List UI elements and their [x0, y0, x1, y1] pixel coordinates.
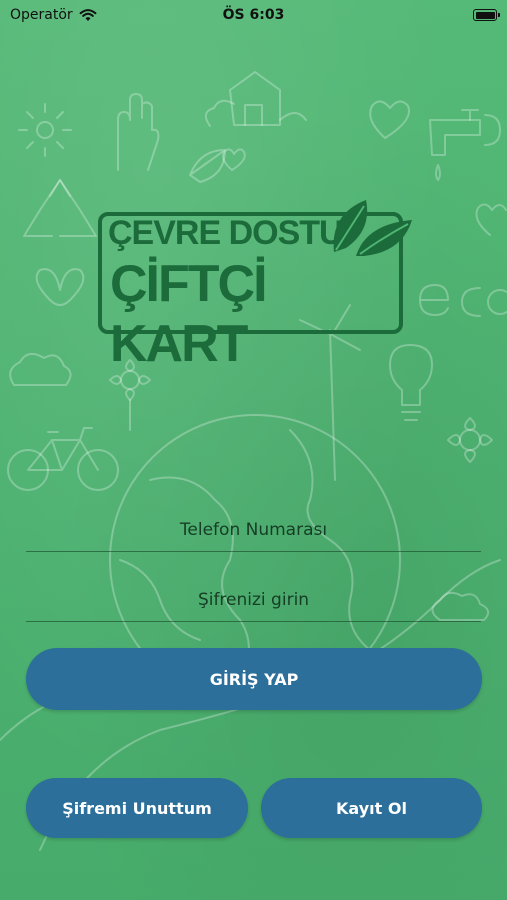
eco-doodle-background: [0, 0, 507, 900]
phone-field[interactable]: [26, 508, 481, 552]
status-bar-left: Operatör: [10, 7, 97, 23]
login-button[interactable]: GİRİŞ YAP: [26, 648, 482, 710]
phone-input[interactable]: [26, 508, 481, 551]
heart-doodle-icon: [475, 203, 507, 236]
status-bar: Operatör ÖS 6:03: [0, 0, 507, 30]
carrier-label: Operatör: [10, 7, 73, 23]
daisy-doodle-icon: [447, 417, 493, 463]
wifi-icon: [79, 8, 97, 21]
faucet-doodle-icon: [429, 109, 501, 181]
house-doodle-icon: [204, 71, 307, 127]
leaf-doodle-icon: [189, 149, 226, 183]
heart-doodle-icon: [222, 148, 246, 171]
password-field[interactable]: [26, 578, 481, 622]
leaf-icon: [333, 200, 412, 256]
eco-text-doodle-icon: [419, 284, 507, 317]
logo-line1: ÇEVRE DOSTU: [108, 214, 344, 252]
logo-line2: ÇİFTÇİ KART: [110, 255, 268, 373]
forgot-password-button[interactable]: Şifremi Unuttum: [26, 778, 248, 838]
cloud-doodle-icon: [9, 352, 72, 386]
battery-icon: [473, 9, 500, 21]
hand-doodle-icon: [117, 93, 160, 171]
heart-doodle-icon: [369, 100, 410, 139]
recycle-doodle-icon: [23, 179, 97, 237]
password-input[interactable]: [26, 578, 481, 621]
flower-doodle-icon: [18, 103, 72, 157]
bicycle-doodle-icon: [7, 427, 119, 491]
app-logo: ÇEVRE DOSTU ÇİFTÇİ KART: [98, 200, 412, 373]
butterfly-doodle-icon: [35, 268, 85, 306]
register-button[interactable]: Kayıt Ol: [261, 778, 482, 838]
